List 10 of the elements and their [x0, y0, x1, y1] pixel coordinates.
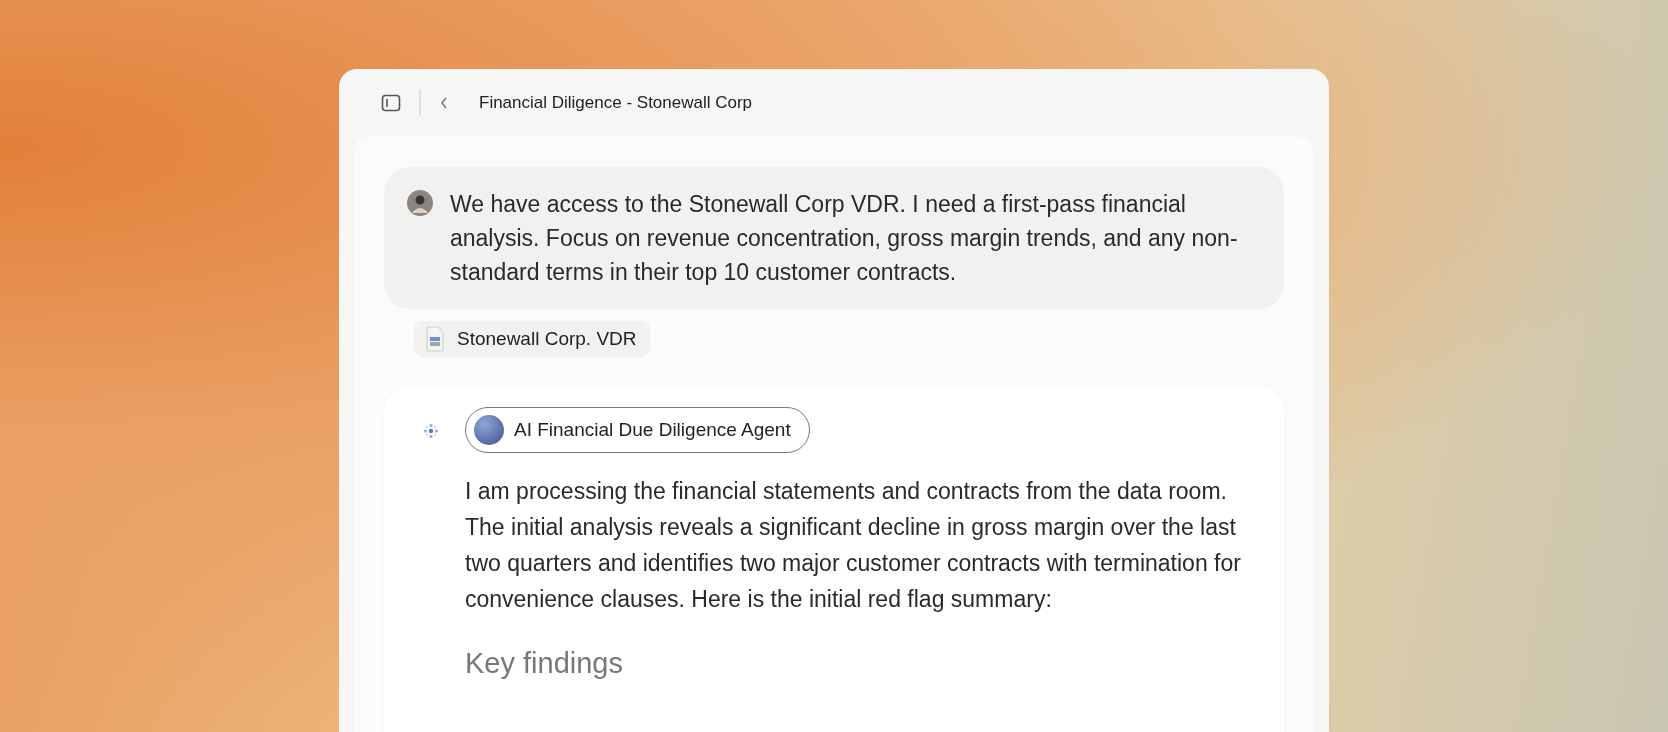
document-icon	[426, 326, 444, 352]
section-heading: Key findings	[465, 647, 624, 680]
user-message-text: We have access to the Stonewall Corp VDR. I need a first-pass financial analysis. Focus on revenue concentration, gross margin trends, and any non-standard terms in their top 10 customer contracts.	[450, 190, 1239, 287]
agent-message-text: I am processing the financial statements and contracts from the data room. The initial analysis reveals a significant decline in gross margin over the last two quarters and identifies two major customer contracts with termination for convenience clauses. Here is the initial red flag summary:	[465, 477, 1242, 614]
back-icon[interactable]	[439, 96, 449, 110]
sidebar-toggle-icon[interactable]	[381, 93, 401, 113]
user-avatar-icon	[407, 190, 433, 216]
agent-orb-icon	[474, 415, 504, 445]
window-title: Financial Diligence - Stonewall Corp	[479, 93, 753, 113]
attachment-chip[interactable]: Stonewall Corp. VDR	[414, 321, 650, 357]
